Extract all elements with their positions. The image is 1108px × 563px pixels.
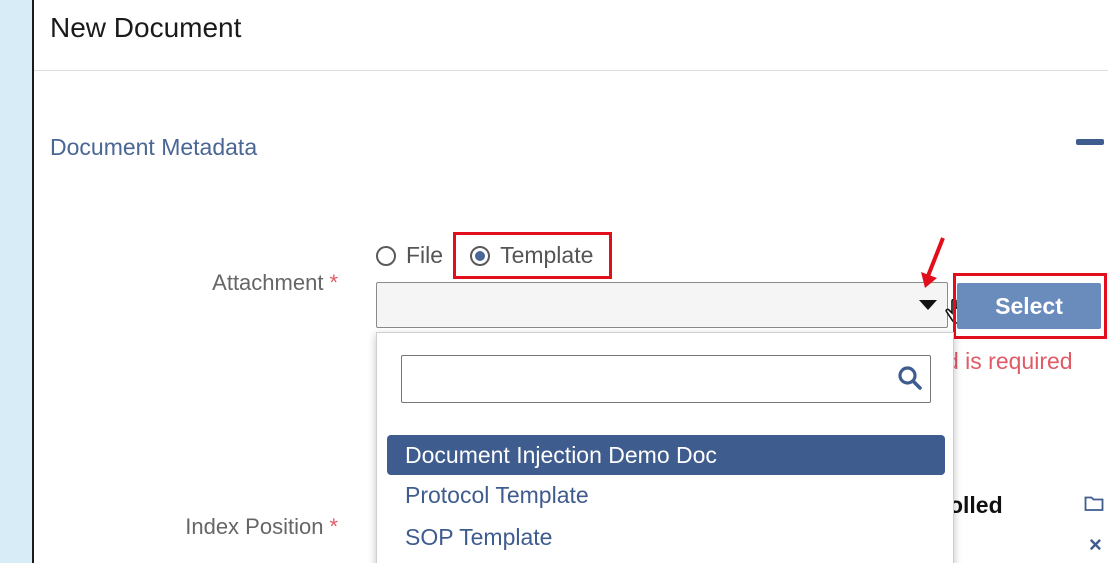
search-icon (898, 366, 922, 390)
required-mark: * (329, 514, 338, 539)
template-dropdown: Document Injection Demo Doc Protocol Tem… (376, 332, 954, 563)
section-title-document-metadata[interactable]: Document Metadata (50, 134, 257, 161)
chevron-down-icon[interactable] (919, 300, 937, 310)
dropdown-search-input[interactable] (401, 355, 931, 403)
radio-template-label: Template (500, 242, 594, 268)
error-message: d is required (946, 348, 1073, 374)
dropdown-option-document-injection-demo-doc[interactable]: Document Injection Demo Doc (387, 435, 945, 475)
collapse-section-button[interactable] (1076, 139, 1104, 145)
radio-file-circle[interactable] (376, 245, 396, 266)
radio-template[interactable]: Template (453, 232, 613, 279)
dropdown-option-sop-template[interactable]: SOP Template (387, 517, 945, 557)
title-divider (34, 70, 1108, 71)
radio-template-circle[interactable] (470, 245, 491, 266)
dropdown-option-protocol-template[interactable]: Protocol Template (387, 475, 945, 515)
index-position-label: Index Position * (185, 514, 338, 540)
red-arrow-icon (921, 237, 945, 288)
index-position-label-text: Index Position (185, 514, 324, 539)
attachment-label: Attachment * (212, 270, 338, 296)
radio-file-label: File (406, 242, 444, 268)
template-select[interactable] (376, 282, 966, 328)
attachment-label-text: Attachment (212, 270, 324, 295)
attachment-type-radio-group: File Template (376, 232, 613, 279)
required-mark: * (329, 270, 338, 295)
new-document-panel: New Document Document Metadata Attachmen… (32, 0, 1108, 563)
select-button[interactable]: Select (957, 283, 1101, 329)
folder-icon[interactable] (1084, 494, 1104, 512)
radio-file[interactable]: File (376, 242, 443, 269)
close-icon[interactable]: × (1089, 532, 1102, 558)
page-title: New Document (50, 12, 242, 43)
